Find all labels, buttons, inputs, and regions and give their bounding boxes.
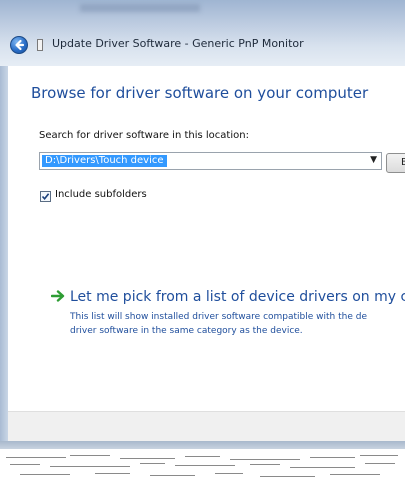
update-driver-window: Update Driver Software - Generic PnP Mon… [0,0,405,482]
scan-artifacts [0,449,405,482]
window-title: Update Driver Software - Generic PnP Mon… [52,37,304,50]
back-arrow-icon [15,39,25,51]
chevron-down-icon[interactable]: ▼ [370,155,377,165]
pick-desc-line-1: This list will show installed driver sof… [70,312,367,322]
pick-desc-line-2: driver software in the same category as … [70,326,303,336]
search-location-combobox[interactable]: D:\Drivers\Touch device ▼ [39,152,382,170]
blurred-background-strip [80,4,200,12]
button-footer [8,411,405,442]
search-location-value[interactable]: D:\Drivers\Touch device [42,155,167,167]
search-location-label: Search for driver software in this locat… [39,130,249,141]
back-button[interactable] [10,36,28,54]
page-heading: Browse for driver software on your compu… [31,84,369,102]
window-bottom-border [0,441,405,449]
checkmark-icon [41,193,50,201]
browse-button[interactable]: B [386,153,405,173]
content-area [8,66,405,411]
window-left-border [0,66,8,442]
device-icon [37,39,43,51]
pick-from-list-link[interactable]: Let me pick from a list of device driver… [70,289,405,305]
title-bar: Update Driver Software - Generic PnP Mon… [0,0,405,66]
pick-from-list-description: This list will show installed driver sof… [70,310,405,338]
green-arrow-icon [51,290,65,302]
include-subfolders-label[interactable]: Include subfolders [55,189,147,200]
include-subfolders-checkbox[interactable] [40,191,51,202]
